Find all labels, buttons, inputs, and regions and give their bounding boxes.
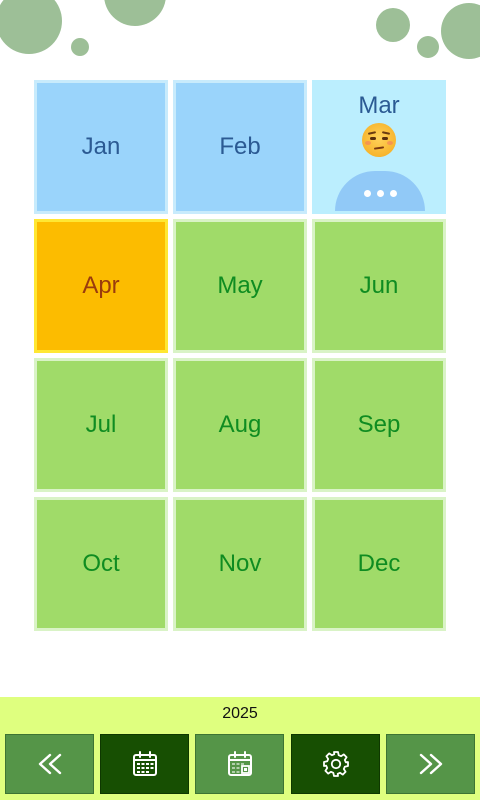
month-label: Jul xyxy=(85,411,117,438)
month-cell-jun[interactable]: Jun xyxy=(312,219,446,353)
month-label: Jun xyxy=(359,272,399,299)
decor-bubble xyxy=(417,36,439,58)
year-view-screen: Jan Feb Mar Apr May Jun Jul Aug Sep Oct … xyxy=(0,0,480,800)
month-cell-sep[interactable]: Sep xyxy=(312,358,446,492)
day-view-button[interactable] xyxy=(195,734,284,794)
unamused-face-icon xyxy=(362,123,396,157)
month-label: May xyxy=(217,272,263,299)
double-chevron-right-icon xyxy=(419,753,442,775)
decor-bubble xyxy=(441,3,480,59)
more-dots-icon[interactable] xyxy=(335,171,425,211)
month-cell-dec[interactable]: Dec xyxy=(312,497,446,631)
month-cell-may[interactable]: May xyxy=(173,219,307,353)
day-calendar-icon xyxy=(227,751,252,776)
month-cell-mar[interactable]: Mar xyxy=(312,80,446,214)
month-label: Sep xyxy=(357,411,401,438)
month-label: Jan xyxy=(81,133,121,160)
month-label: Aug xyxy=(218,411,262,438)
month-cell-feb[interactable]: Feb xyxy=(173,80,307,214)
month-cell-jan[interactable]: Jan xyxy=(34,80,168,214)
month-view-button[interactable] xyxy=(100,734,189,794)
next-year-button[interactable] xyxy=(386,734,475,794)
previous-year-button[interactable] xyxy=(5,734,94,794)
month-grid: Jan Feb Mar Apr May Jun Jul Aug Sep Oct … xyxy=(34,80,446,631)
month-cell-jul[interactable]: Jul xyxy=(34,358,168,492)
month-cell-aug[interactable]: Aug xyxy=(173,358,307,492)
month-label: Apr xyxy=(82,272,120,299)
decor-bubble xyxy=(376,8,410,42)
decor-bubble xyxy=(104,0,166,26)
month-cell-nov[interactable]: Nov xyxy=(173,497,307,631)
bottom-toolbar: 2025 xyxy=(0,697,480,800)
month-cell-apr[interactable]: Apr xyxy=(34,219,168,353)
month-cell-oct[interactable]: Oct xyxy=(34,497,168,631)
month-calendar-icon xyxy=(132,751,157,776)
settings-button[interactable] xyxy=(291,734,380,794)
month-label: Dec xyxy=(357,550,401,577)
decor-bubble xyxy=(0,0,62,54)
month-label: Mar xyxy=(358,92,400,119)
gear-icon xyxy=(322,751,349,777)
decor-bubble xyxy=(71,38,89,56)
year-label: 2025 xyxy=(222,705,258,722)
month-label: Feb xyxy=(219,133,261,160)
double-chevron-left-icon xyxy=(38,753,61,775)
month-label: Nov xyxy=(218,550,262,577)
month-label: Oct xyxy=(82,550,120,577)
